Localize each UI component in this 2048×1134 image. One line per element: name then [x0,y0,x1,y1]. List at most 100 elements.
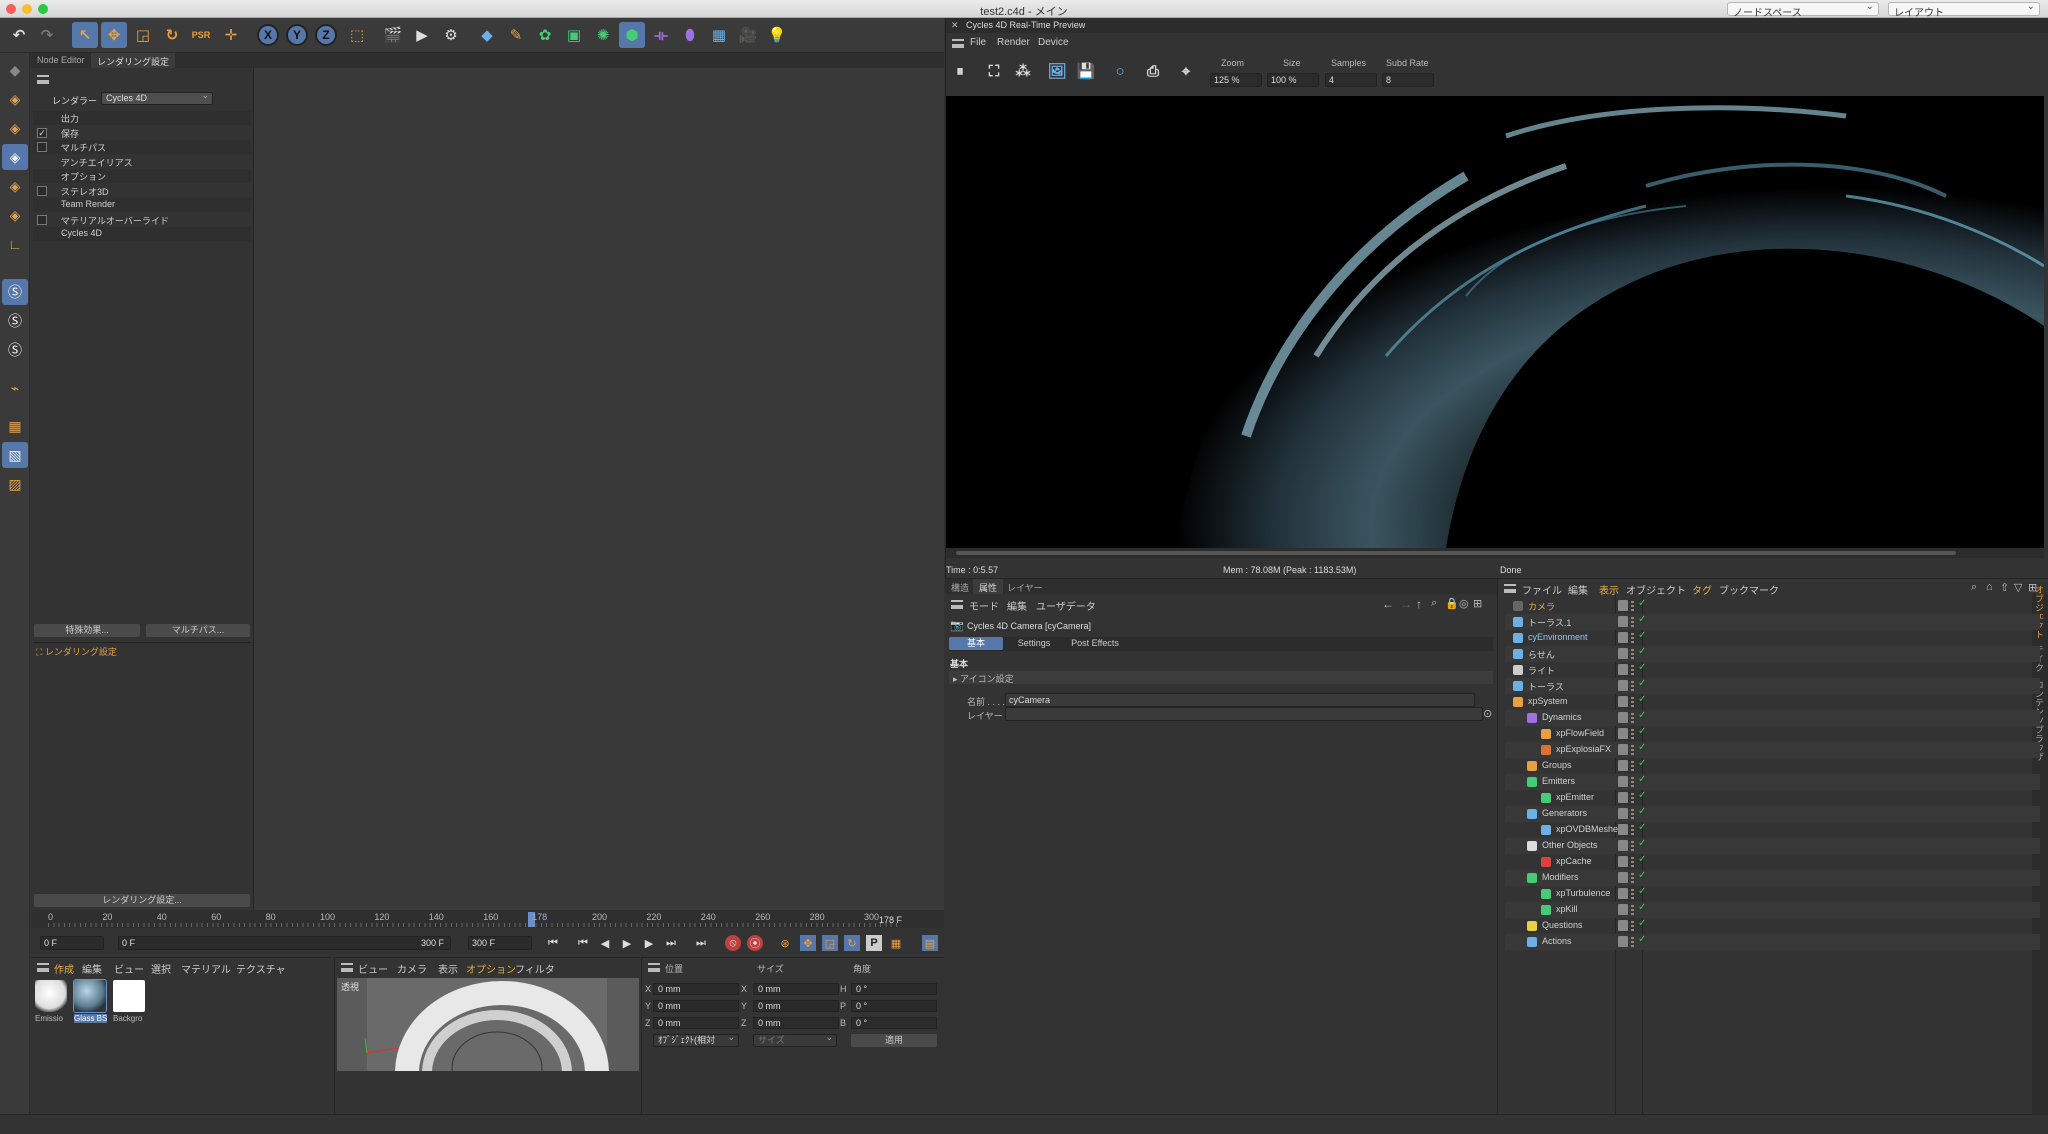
apply-button[interactable]: 適用 [851,1034,937,1047]
render-setting-entry[interactable]: ⛶ レンダリング設定 [36,645,117,658]
object-name[interactable]: Emitters [1542,776,1575,786]
psr-icon[interactable]: PSR [188,22,214,48]
object-row[interactable]: Questions ✓ [1505,918,2040,934]
object-name[interactable]: xpCache [1556,856,1592,866]
layer-flag-icon[interactable] [1618,616,1628,627]
y-axis-icon[interactable]: Y [286,24,308,46]
menu-device[interactable]: Device [1038,37,1069,48]
end-frame-field[interactable]: 300 F [468,936,532,950]
material-menu-item[interactable]: マテリアル [181,961,231,976]
object-name[interactable]: らせん [1528,648,1555,661]
coord-size-field[interactable]: 0 mm [753,1000,839,1012]
back-arrow-icon[interactable]: ← [1382,597,1394,611]
autokey-icon[interactable]: ⦿ [747,935,763,951]
model-mode-icon[interactable]: ◈ [2,86,28,112]
layer-flag-icon[interactable] [1618,664,1628,675]
objects-menu-item[interactable]: 表示 [1599,582,1619,597]
layer-field[interactable] [1005,707,1483,721]
generator-icon[interactable]: ▣ [561,22,587,48]
enabled-check-icon[interactable]: ✓ [1638,646,1646,657]
render-setting-item[interactable]: マルチパス [33,140,251,154]
coord-size-field[interactable]: 0 mm [753,983,839,995]
object-row[interactable]: xpCache ✓ [1505,854,2040,870]
subtab-settings[interactable]: Settings [1007,637,1061,650]
zoom-field[interactable]: 125 % [1210,73,1262,87]
render-view-icon[interactable]: 🎬 [380,22,406,48]
visibility-dots-icon[interactable] [1631,601,1634,611]
layer-flag-icon[interactable] [1618,808,1628,819]
object-row[interactable]: トーラス ✓ [1505,678,2040,694]
coords-menu-icon[interactable] [648,963,660,972]
coord-mode-select[interactable]: ｵﾌﾞｼﾞｪｸﾄ(相対 [653,1032,739,1047]
effects-button[interactable]: 特殊効果... [34,624,140,637]
target-icon[interactable]: ◎ [1459,597,1469,610]
render-setting-checkbox[interactable] [37,142,47,152]
key-pla-icon[interactable]: ▦ [888,935,904,951]
floor-icon[interactable]: ▦ [706,22,732,48]
pause-icon[interactable]: ⏸ [947,58,973,84]
object-row[interactable]: Generators ✓ [1505,806,2040,822]
object-name[interactable]: Other Objects [1542,840,1598,850]
material-background[interactable] [113,980,145,1012]
enabled-check-icon[interactable]: ✓ [1638,742,1646,753]
material-menu-item[interactable]: 選択 [151,961,171,976]
perspective-view[interactable]: 透視 [337,978,639,1071]
objects-menu-item[interactable]: タグ [1692,582,1712,597]
material-menu-item[interactable]: テクスチャ [236,961,286,976]
layer-flag-icon[interactable] [1618,648,1628,659]
layer-flag-icon[interactable] [1618,744,1628,755]
layer-flag-icon[interactable] [1618,856,1628,867]
object-name[interactable]: cyEnvironment [1528,632,1588,642]
layer-flag-icon[interactable] [1618,824,1628,835]
coord-rot-field[interactable]: 0 ° [851,1000,937,1012]
workplane-icon[interactable]: ∟ [2,231,28,257]
material-menu-item[interactable]: 作成 [54,961,74,976]
object-name[interactable]: xpOVDBMesher [1556,824,1621,834]
circle-icon[interactable]: ○ [1107,58,1133,84]
visibility-dots-icon[interactable] [1631,665,1634,675]
make-editable-icon[interactable]: ◆ [2,57,28,83]
object-row[interactable]: xpTurbulence ✓ [1505,886,2040,902]
object-row[interactable]: Modifiers ✓ [1505,870,2040,886]
visibility-dots-icon[interactable] [1631,617,1634,627]
coord-pos-field[interactable]: 0 mm [653,1017,739,1029]
visibility-dots-icon[interactable] [1631,873,1634,883]
subdivision-icon[interactable]: ✿ [532,22,558,48]
render-setting-item[interactable]: ステレオ3D [33,184,251,198]
move-tool-icon[interactable]: ✥ [101,22,127,48]
visibility-dots-icon[interactable] [1631,681,1634,691]
rotate-tool-icon[interactable]: ↻ [159,22,185,48]
object-row[interactable]: ライト ✓ [1505,662,2040,678]
axis-tool-icon[interactable]: ✛ [218,22,244,48]
coord-rot-field[interactable]: 0 ° [851,1017,937,1029]
coord-pos-field[interactable]: 0 mm [653,1000,739,1012]
object-name[interactable]: Actions [1542,936,1572,946]
coord-size-select[interactable]: サイズ [753,1032,837,1047]
visibility-dots-icon[interactable] [1631,649,1634,659]
object-name[interactable]: xpKill [1556,904,1578,914]
camera-icon[interactable]: 🎥 [735,22,761,48]
material-glass[interactable] [73,979,107,1013]
icon-settings-group[interactable]: ▸ アイコン設定 [949,671,1493,684]
go-end-icon[interactable]: ⏭ [693,935,709,951]
subtab-post-effects[interactable]: Post Effects [1063,637,1127,650]
render-setting-checkbox[interactable] [37,185,47,196]
save-icon[interactable]: 💾 [1073,58,1099,84]
tab-layers[interactable]: レイヤー [1001,579,1049,594]
material-menu-icon[interactable] [37,963,49,972]
object-name[interactable]: カメラ [1528,600,1555,613]
layer-icon[interactable]: ▧ [2,442,28,468]
enabled-check-icon[interactable]: ✓ [1638,790,1646,801]
new-window-icon[interactable]: ⊞ [1473,597,1482,610]
next-frame-icon[interactable]: ▶ [641,935,657,951]
nodespace-select[interactable]: ノードスペース [1727,1,1879,19]
visibility-dots-icon[interactable] [1631,841,1634,851]
enabled-check-icon[interactable]: ✓ [1638,838,1646,849]
enabled-check-icon[interactable]: ✓ [1638,726,1646,737]
object-row[interactable]: xpSystem ✓ [1505,694,2040,710]
object-row[interactable]: トーラス.1 ✓ [1505,614,2040,630]
lock-icon[interactable]: 🔒 [1445,597,1459,610]
viewport-menu-item[interactable]: ビュー [358,961,388,976]
layer-flag-icon[interactable] [1618,840,1628,851]
enabled-check-icon[interactable]: ✓ [1638,758,1646,769]
